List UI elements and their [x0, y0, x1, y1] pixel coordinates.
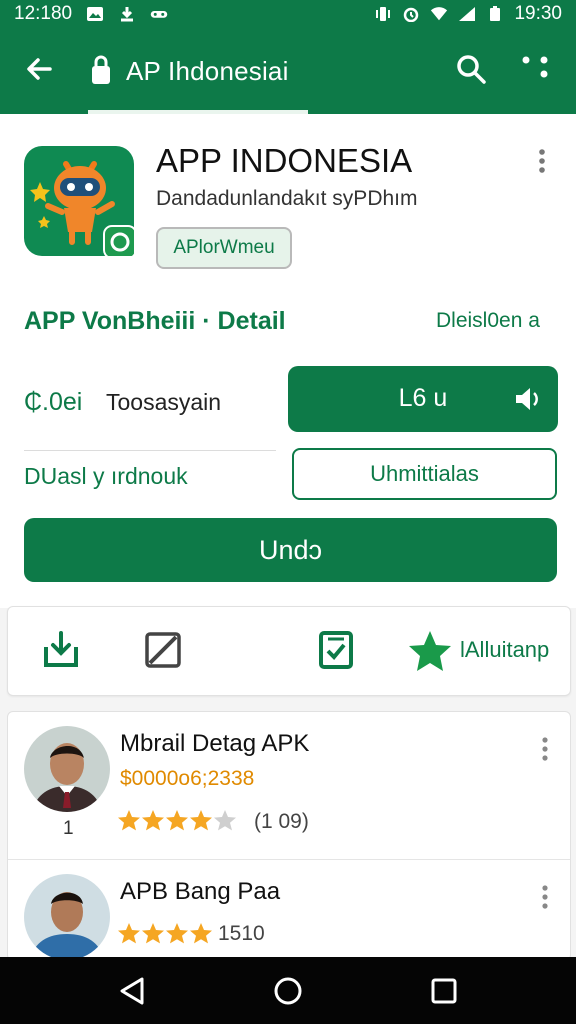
- developer-link[interactable]: DUasl y ırdnouk: [24, 463, 188, 490]
- review-count: (1 09): [254, 810, 309, 833]
- star-rating: [118, 922, 212, 944]
- screen: 12:180 19:30 AP Ihdonesiai APP INDONESIA…: [0, 0, 576, 1024]
- overflow-menu-icon[interactable]: [538, 884, 552, 910]
- app-name: APP INDONESIA: [156, 142, 413, 179]
- app-developer: Dandadunlandakıt syPDhım: [156, 187, 418, 210]
- voicemail-icon: [150, 11, 168, 18]
- alarm-icon: [404, 7, 419, 22]
- star-rating: [118, 809, 236, 831]
- search-icon[interactable]: [454, 52, 488, 86]
- app-bar: AP Ihdonesiai: [0, 28, 576, 114]
- app-bar-title[interactable]: AP Ihdonesiai: [126, 56, 289, 87]
- secondary-action-button[interactable]: Uhmittialas: [292, 448, 557, 500]
- download-icon[interactable]: [40, 629, 82, 671]
- status-bar: 12:180 19:30: [0, 0, 576, 28]
- status-right: 19:30: [374, 3, 562, 25]
- star-empty-icon: [214, 810, 236, 831]
- back-triangle-icon[interactable]: [116, 975, 148, 1007]
- install-button[interactable]: Undɔ: [24, 518, 557, 582]
- star-filled-icon: [166, 923, 188, 944]
- checklist-icon[interactable]: [315, 629, 357, 671]
- related-apps-list: 1 Mbrail Detag APK $0000o6;2338 (1 09) A…: [7, 711, 571, 961]
- star-filled-icon: [190, 810, 212, 831]
- overflow-menu-icon[interactable]: [532, 148, 552, 174]
- wifi-icon: [431, 7, 448, 21]
- divider: [24, 450, 276, 451]
- home-circle-icon[interactable]: [272, 975, 304, 1007]
- gallery-icon: [87, 7, 104, 21]
- battery-icon: [490, 6, 501, 21]
- status-left: 12:180: [14, 3, 168, 25]
- expand-icon[interactable]: [142, 629, 184, 671]
- detail-link[interactable]: Dleisl0en a: [436, 309, 540, 333]
- overflow-menu-icon[interactable]: [538, 736, 552, 762]
- mascot-icon: [30, 161, 137, 259]
- detail-title: APP VonBheiii · Detail: [24, 307, 286, 335]
- star-filled-icon: [190, 923, 212, 944]
- star-filled-icon: [118, 923, 140, 944]
- avatar: [24, 874, 110, 960]
- list-item-title: Mbrail Detag APK: [120, 730, 310, 757]
- star-filled-icon: [142, 923, 164, 944]
- rank-number: 1: [63, 818, 74, 839]
- lock-icon: [92, 55, 110, 84]
- star-filled-icon: [166, 810, 188, 831]
- star-filled-icon: [142, 810, 164, 831]
- price-label: ₵.0ei: [24, 388, 83, 416]
- rating-label[interactable]: lAlluitanp: [460, 637, 549, 663]
- list-item[interactable]: 1 Mbrail Detag APK $0000o6;2338 (1 09): [8, 712, 570, 860]
- avatar: [24, 726, 110, 812]
- list-item-title: APB Bang Paa: [120, 878, 281, 905]
- category-chip[interactable]: APlorWmeu: [156, 227, 292, 269]
- star-filled-icon: [118, 810, 140, 831]
- more-icon[interactable]: [518, 52, 554, 88]
- review-count: 1510: [218, 922, 265, 945]
- signal-icon: [459, 7, 476, 21]
- recents-square-icon[interactable]: [428, 975, 460, 1007]
- vibrate-icon: [376, 7, 391, 21]
- status-time-left: 12:180: [14, 3, 73, 24]
- back-arrow-icon[interactable]: [22, 52, 56, 86]
- download-icon: [121, 7, 134, 22]
- price-note: Toosasyain: [106, 389, 222, 415]
- volume-icon: [516, 388, 538, 410]
- star-icon[interactable]: [408, 629, 452, 673]
- primary-action-button[interactable]: L6 u: [288, 366, 558, 432]
- navigation-bar: [0, 957, 576, 1024]
- list-item-price: $0000o6;2338: [120, 767, 255, 790]
- status-time-right: 19:30: [514, 3, 562, 24]
- quick-actions-card: lAlluitanp: [7, 606, 571, 696]
- app-icon[interactable]: [24, 146, 137, 259]
- list-item[interactable]: APB Bang Paa 1510: [8, 860, 570, 960]
